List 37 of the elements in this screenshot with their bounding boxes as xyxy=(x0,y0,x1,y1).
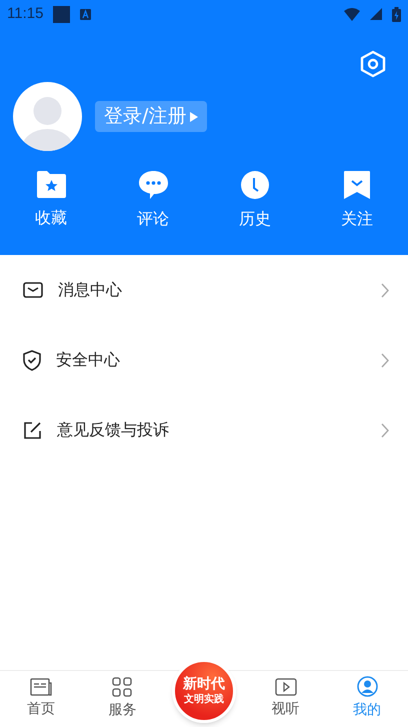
bookmark-check-icon xyxy=(344,171,370,199)
nav-tab[interactable]: 首页 xyxy=(0,670,82,727)
shortcut-button[interactable]: 收藏 xyxy=(0,171,102,231)
nav-tab[interactable]: 我的 xyxy=(326,670,408,727)
folder-star-icon xyxy=(36,171,66,198)
status-time: 11:15 xyxy=(7,4,44,24)
login-register-button[interactable]: 登录/注册 xyxy=(95,101,208,132)
play-icon xyxy=(274,678,297,696)
chevron-right-icon xyxy=(381,352,389,368)
battery-icon xyxy=(392,6,401,22)
signal-icon xyxy=(370,8,382,20)
nav-tab[interactable]: 视听 xyxy=(244,670,326,727)
avatar-icon[interactable] xyxy=(13,82,82,151)
notification-icon xyxy=(53,6,70,22)
badge-subtitle: 文明实践 xyxy=(184,694,224,706)
shield-check-icon xyxy=(23,350,41,370)
shortcut-button[interactable]: 关注 xyxy=(306,171,408,231)
edit-icon xyxy=(23,420,42,440)
grid-icon xyxy=(112,676,132,696)
shortcut-button[interactable]: 历史 xyxy=(204,171,306,231)
badge-title: 新时代 xyxy=(182,676,225,693)
chevron-right-icon xyxy=(381,282,389,298)
play-triangle-icon xyxy=(190,112,198,122)
shortcut-button[interactable]: 评论 xyxy=(102,171,204,231)
newspaper-icon xyxy=(30,678,52,696)
envelope-icon xyxy=(23,282,43,298)
settings-icon[interactable] xyxy=(360,50,386,78)
chat-bubble-icon xyxy=(138,171,168,199)
clock-icon xyxy=(241,171,269,199)
keyboard-icon xyxy=(80,8,92,20)
user-icon xyxy=(356,676,378,697)
menu-item[interactable]: 安全中心 xyxy=(0,325,408,395)
wifi-icon xyxy=(344,8,360,20)
menu-item[interactable]: 意见反馈与投诉 xyxy=(0,395,408,465)
chevron-right-icon xyxy=(381,422,389,438)
nav-tab[interactable]: 服务 xyxy=(82,670,164,727)
menu-item[interactable]: 消息中心 xyxy=(0,255,408,325)
